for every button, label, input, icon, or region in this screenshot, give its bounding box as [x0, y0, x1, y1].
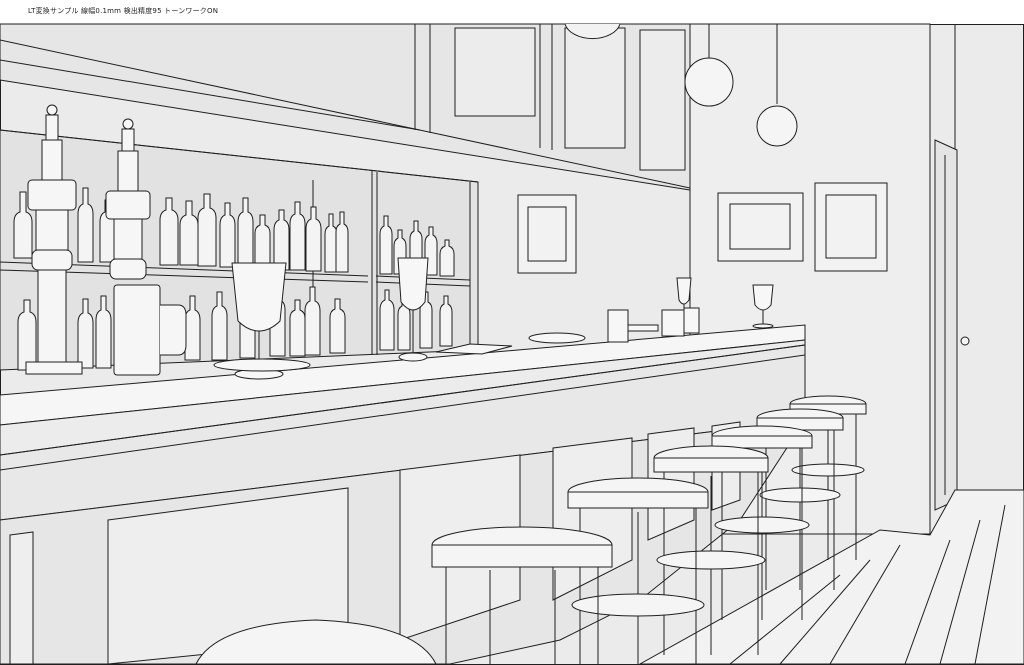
plate-3	[528, 332, 586, 344]
tumbler-1	[607, 309, 629, 343]
pendant-lamp-2	[756, 105, 798, 147]
napkin	[627, 324, 659, 332]
plate-1	[213, 358, 311, 372]
pendant-lamp-1	[684, 57, 734, 107]
bar-illustration	[0, 23, 1024, 665]
door-knob	[960, 336, 970, 346]
tumbler-2	[661, 309, 685, 337]
tumbler-3	[683, 307, 700, 334]
